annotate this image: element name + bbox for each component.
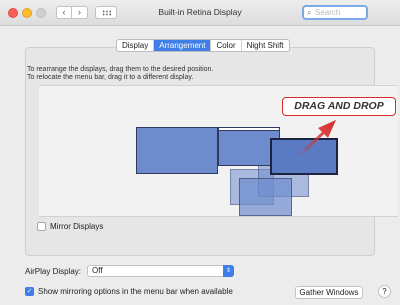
show-mirroring-option[interactable]: ✓ Show mirroring options in the menu bar… <box>25 287 233 296</box>
gather-windows-button[interactable]: Gather Windows <box>295 286 363 299</box>
search-input[interactable] <box>315 7 363 18</box>
title-bar: ‹ › Built-in Retina Display ⌕ <box>0 0 400 26</box>
tab-arrangement[interactable]: Arrangement <box>154 40 212 51</box>
show-mirroring-checkbox[interactable]: ✓ <box>25 287 34 296</box>
airplay-label: AirPlay Display: <box>25 266 82 276</box>
menu-bar-handle[interactable] <box>218 127 280 131</box>
help-button[interactable]: ? <box>378 285 391 298</box>
select-arrows-icon: ⇕ <box>223 265 235 277</box>
drag-ghost-display <box>239 178 292 216</box>
mirror-displays-label: Mirror Displays <box>50 222 104 231</box>
search-icon: ⌕ <box>307 8 312 17</box>
mirror-displays-option[interactable]: Mirror Displays <box>37 222 103 231</box>
show-mirroring-label: Show mirroring options in the menu bar w… <box>38 287 233 296</box>
instruction-rearrange: To rearrange the displays, drag them to … <box>27 66 214 73</box>
search-field[interactable]: ⌕ <box>302 5 368 20</box>
tab-color[interactable]: Color <box>211 40 242 51</box>
main-display[interactable] <box>136 127 218 174</box>
airplay-row: AirPlay Display: Off ⇕ <box>25 265 235 277</box>
airplay-select[interactable]: Off ⇕ <box>87 265 235 277</box>
tab-bar: Display Arrangement Color Night Shift <box>116 39 290 52</box>
tab-display[interactable]: Display <box>117 40 155 51</box>
drag-and-drop-label: DRAG AND DROP <box>282 97 396 116</box>
airplay-value: Off <box>92 266 103 275</box>
tab-night-shift[interactable]: Night Shift <box>242 40 289 51</box>
drag-arrow-icon <box>298 120 336 156</box>
mirror-displays-checkbox[interactable] <box>37 222 46 231</box>
instruction-menu-bar: To relocate the menu bar, drag it to a d… <box>27 74 194 81</box>
